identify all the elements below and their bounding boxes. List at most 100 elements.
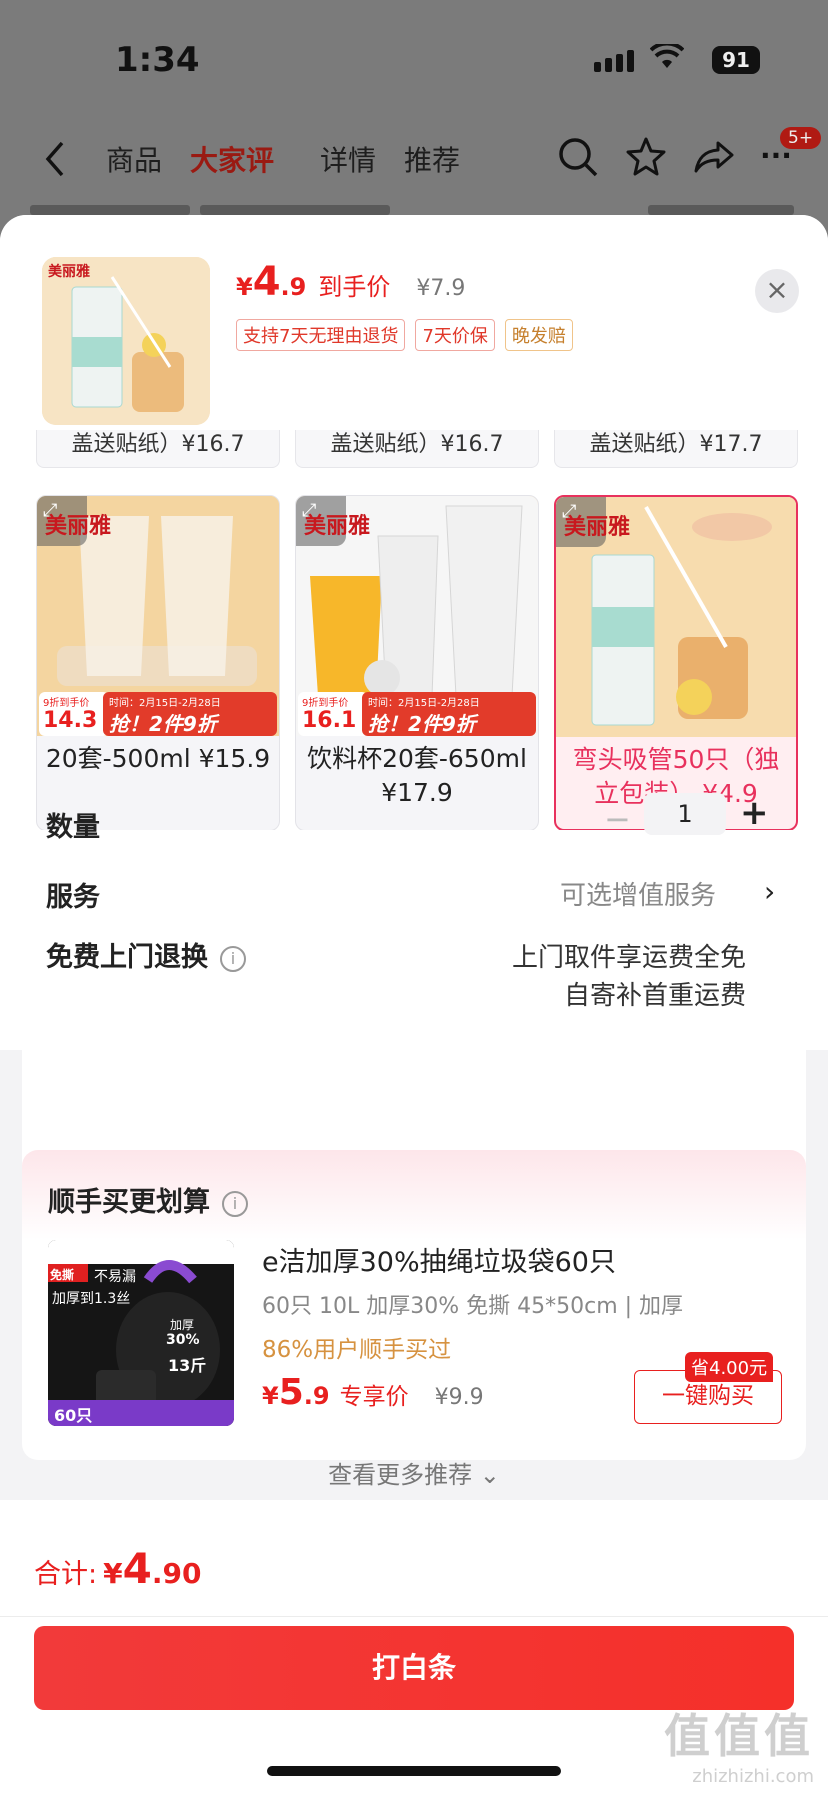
promo-small: 9折到手价 — [43, 698, 90, 709]
recommendation-image: 免撕 不易漏 加厚到1.3丝 加厚 30% 13斤 60只 — [48, 1240, 234, 1426]
total-label: 合计: — [34, 1559, 98, 1590]
price-decimal: .9 — [303, 1382, 330, 1410]
info-icon[interactable]: i — [222, 1190, 248, 1217]
product-image — [42, 257, 210, 425]
free-return-label: 免费上门退换 — [46, 942, 208, 973]
quantity-label: 数量 — [46, 812, 100, 843]
service-selector[interactable]: 可选增值服务 — [560, 875, 716, 912]
chevron-right-icon[interactable]: › — [764, 875, 775, 908]
tab-product[interactable]: 商品 — [106, 139, 162, 179]
return-detail-line2: 自寄补首重运费 — [563, 981, 746, 1011]
variant-option-selected[interactable]: ⤢ 美丽雅 弯头吸管50只（独立包装） ¥4.9 — [554, 495, 798, 831]
price-label: 专享价 — [339, 1384, 409, 1410]
product-thumbnail: 美丽雅 — [42, 257, 210, 425]
promo-text: 抢！2件9折 — [109, 712, 217, 736]
search-icon[interactable] — [556, 135, 600, 179]
notification-badge: 5+ — [780, 127, 822, 149]
tab-recommend[interactable]: 推荐 — [404, 139, 460, 179]
total-integer: 4 — [122, 1544, 152, 1593]
tag-late-delivery: 晚发赔 — [504, 319, 573, 351]
price-row: ¥ 4 .9 到手价 ¥7.9 — [236, 259, 465, 305]
recommendation-spec: 60只 10L 加厚30% 免撕 45*50cm | 加厚 — [262, 1294, 684, 1319]
battery-indicator: 91 — [712, 46, 760, 74]
total-decimal: .90 — [151, 1557, 202, 1590]
promo-date: 时间：2月15日-2月28日 — [368, 698, 480, 709]
signal-icon — [594, 50, 634, 72]
recommendation-card: 顺手买更划算 i 免撕 不易漏 加厚到1.3丝 加厚 30% 13斤 60只 e洁… — [22, 1150, 806, 1460]
recommendation-price: ¥ 5 .9 专享价 ¥9.9 — [262, 1372, 484, 1413]
total-price: 合计: ¥ 4 .90 — [34, 1544, 201, 1593]
quantity-increase-button[interactable]: + — [740, 793, 769, 833]
price-integer: 5 — [278, 1372, 304, 1413]
variant-option-partial[interactable]: 盖送贴纸）¥16.7 — [295, 430, 539, 468]
watermark: 值值值 zhizhizhi.com — [664, 1700, 814, 1787]
currency-symbol: ¥ — [103, 1557, 123, 1590]
share-icon[interactable] — [692, 135, 736, 179]
back-icon[interactable] — [40, 139, 70, 179]
promo-price: 16.1 — [302, 708, 357, 733]
return-detail-line1: 上门取件享运费全免 — [511, 943, 746, 973]
brand-logo: 美丽雅 — [45, 514, 112, 539]
recommendation-bought-rate: 86%用户顺手买过 — [262, 1337, 452, 1363]
tag-price-protect: 7天价保 — [415, 319, 495, 351]
variant-option[interactable]: ⤢ 美丽雅 9折到手价 16.1 时间：2月15日-2月28日 抢！2件9折 饮料杯… — [295, 495, 539, 831]
see-more-recommendations[interactable]: 查看更多推荐 ⌄ — [0, 1455, 828, 1490]
image-text: 加厚到1.3丝 — [52, 1291, 131, 1307]
variant-option-partial[interactable]: 盖送贴纸）¥16.7 — [36, 430, 280, 468]
image-text: 60只 — [54, 1406, 93, 1425]
savings-badge: 省4.00元 — [685, 1352, 774, 1382]
variant-image: ⤢ 美丽雅 — [556, 497, 796, 737]
promo-banner: 9折到手价 16.1 时间：2月15日-2月28日抢！2件9折 — [296, 692, 538, 736]
recommendation-title: 顺手买更划算 i — [48, 1180, 248, 1219]
checkout-footer: 合计: ¥ 4 .90 打白条 值值值 zhizhizhi.com — [0, 1500, 828, 1796]
promo-banner: 9折到手价 14.3 时间：2月15日-2月28日抢！2件9折 — [37, 692, 279, 736]
brand-logo: 美丽雅 — [48, 264, 90, 280]
quantity-decrease-button[interactable]: − — [604, 800, 631, 838]
image-text: 不易漏 — [94, 1269, 136, 1285]
wifi-icon — [650, 44, 684, 68]
background-strip — [648, 205, 794, 215]
watermark-sub: zhizhizhi.com — [692, 1766, 814, 1787]
promo-date: 时间：2月15日-2月28日 — [109, 698, 221, 709]
variant-image: ⤢ 美丽雅 9折到手价 16.1 时间：2月15日-2月28日 抢！2件9折 — [296, 496, 538, 736]
tab-details[interactable]: 详情 — [320, 139, 376, 179]
service-tags: 支持7天无理由退货 7天价保 晚发赔 — [236, 319, 573, 351]
price-integer: 4 — [252, 259, 281, 305]
background-strip — [30, 205, 190, 215]
home-indicator[interactable] — [267, 1766, 561, 1776]
quantity-input[interactable]: 1 — [644, 793, 726, 835]
tab-reviews[interactable]: 大家评 — [190, 139, 274, 179]
price-decimal: .9 — [280, 273, 307, 301]
currency-symbol: ¥ — [262, 1382, 279, 1410]
original-price: ¥9.9 — [434, 1385, 484, 1410]
image-text: 加厚 — [170, 1318, 195, 1332]
status-bar: 1:34 91 — [0, 0, 828, 110]
recommendation-product-name[interactable]: e洁加厚30%抽绳垃圾袋60只 — [262, 1240, 616, 1279]
brand-logo: 美丽雅 — [564, 515, 631, 540]
tag-7day-return: 支持7天无理由退货 — [236, 319, 406, 351]
close-button[interactable]: × — [755, 269, 799, 313]
divider — [0, 1616, 828, 1617]
watermark-main: 值值值 — [664, 1709, 814, 1763]
image-text: 免撕 — [50, 1268, 75, 1282]
variant-label: 20套-500ml ¥15.9 — [45, 744, 271, 773]
sku-selector-sheet: 盖送贴纸）¥16.7 盖送贴纸）¥16.7 盖送贴纸）¥17.7 美丽雅 ¥ 4… — [0, 215, 828, 1796]
service-label: 服务 — [46, 882, 100, 913]
status-time: 1:34 — [115, 40, 200, 80]
pay-with-baitiao-button[interactable]: 打白条 — [34, 1626, 794, 1710]
promo-text: 抢！2件9折 — [368, 712, 476, 736]
info-icon[interactable]: i — [220, 945, 246, 972]
image-text: 13斤 — [168, 1356, 207, 1375]
variant-option-partial[interactable]: 盖送贴纸）¥17.7 — [554, 430, 798, 468]
star-icon[interactable] — [624, 135, 668, 179]
variant-option[interactable]: ⤢ 美丽雅 9折到手价 14.3 时间：2月15日-2月28日 抢！2件9折 20套… — [36, 495, 280, 831]
currency-symbol: ¥ — [236, 273, 253, 301]
variant-label: 饮料杯20套-650ml ¥17.9 — [307, 744, 527, 807]
original-price: ¥7.9 — [416, 276, 466, 301]
promo-price: 14.3 — [43, 708, 98, 733]
variant-image: ⤢ 美丽雅 9折到手价 14.3 时间：2月15日-2月28日 抢！2件9折 — [37, 496, 279, 736]
free-return-row: 免费上门退换 i — [46, 935, 246, 974]
promo-small: 9折到手价 — [302, 698, 349, 709]
background-strip — [200, 205, 390, 215]
brand-logo: 美丽雅 — [304, 514, 371, 539]
